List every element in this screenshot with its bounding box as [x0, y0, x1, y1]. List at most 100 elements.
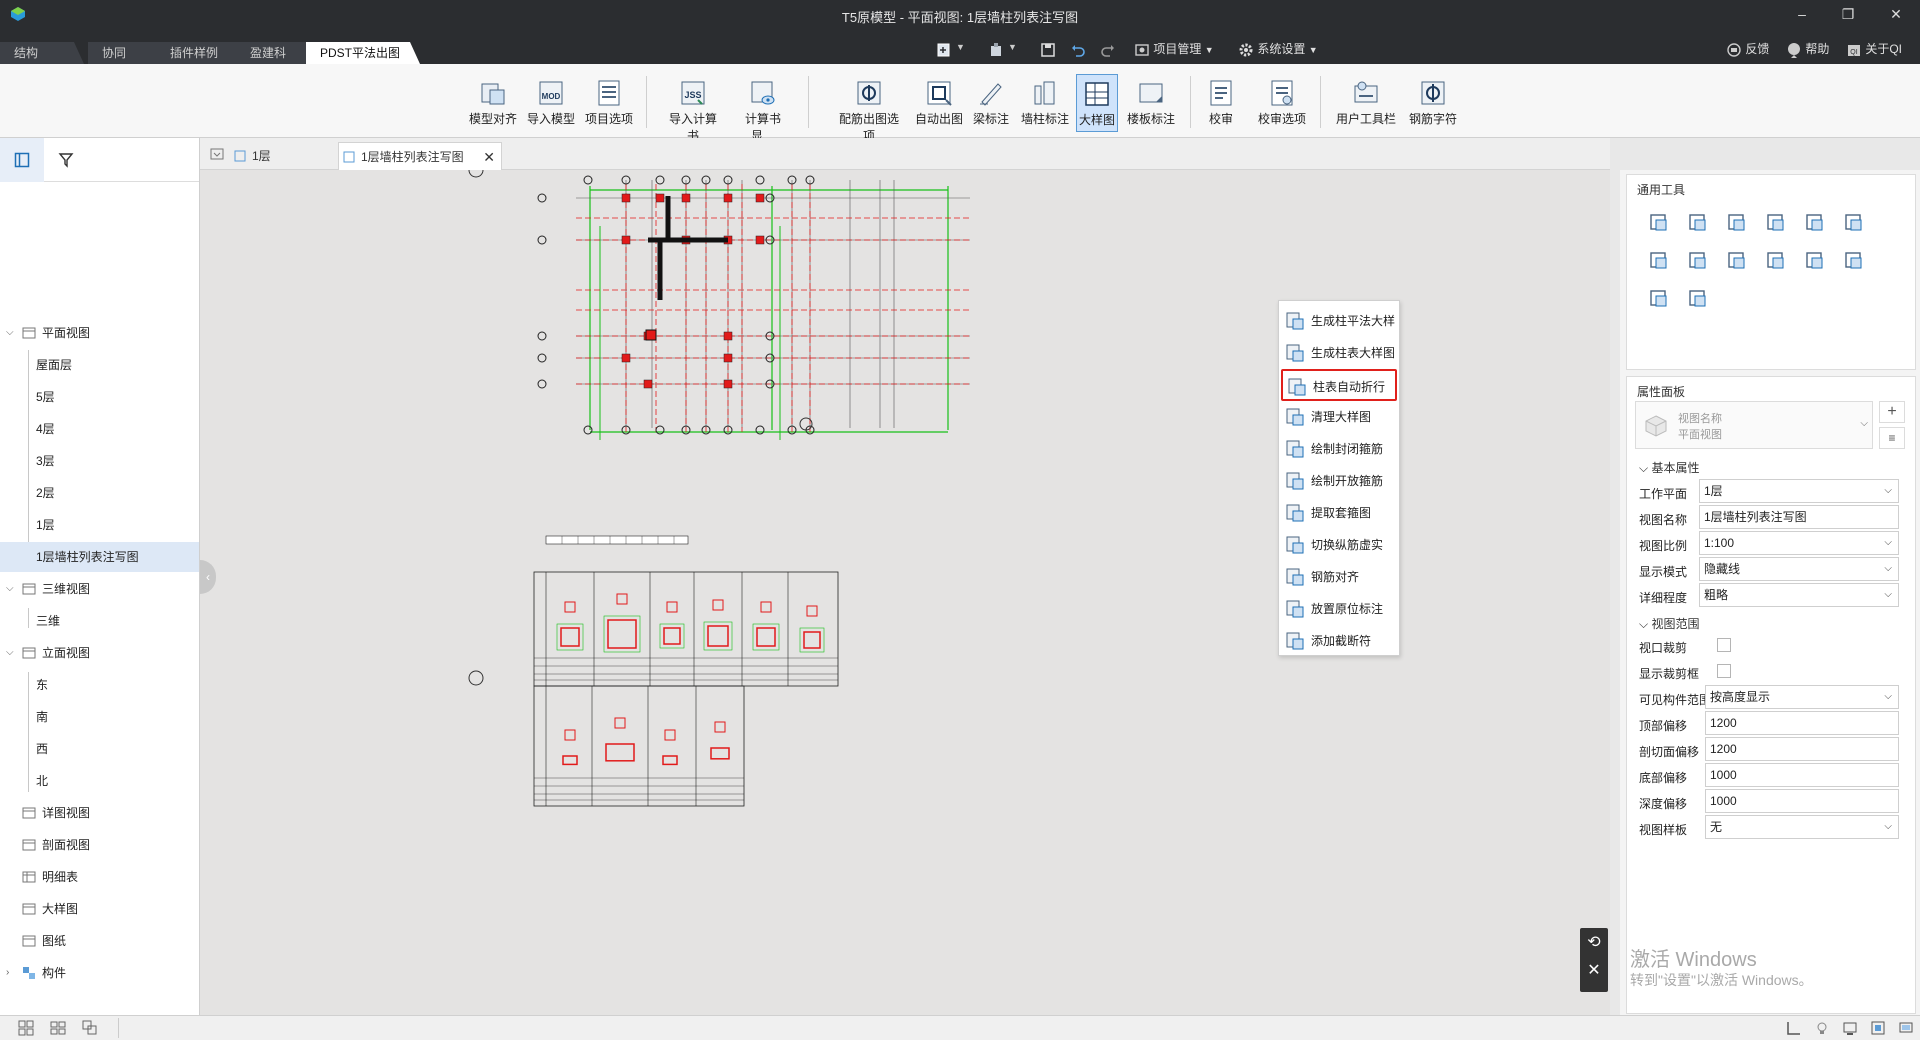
menu-item-add-break-symbol[interactable]: 添加截断符: [1281, 625, 1397, 657]
restore-button[interactable]: ❐: [1838, 4, 1858, 24]
tree-item-5f[interactable]: 5层: [0, 382, 199, 412]
project-management-menu[interactable]: 项目管理 ▼: [1134, 40, 1214, 58]
menu-item-gen-column-detail[interactable]: 生成柱平法大样: [1281, 305, 1397, 337]
doc-tab-1f-wall-column[interactable]: 1层墙柱列表注写图 ✕: [338, 142, 502, 170]
tree-item-1f[interactable]: 1层: [0, 510, 199, 540]
review-options-button[interactable]: 校审选项: [1250, 74, 1314, 132]
view-scale-field[interactable]: 1:100 ⌵: [1699, 531, 1899, 555]
view-type-selector[interactable]: 视图名称 平面视图 ⌵: [1635, 401, 1873, 449]
tree-item-roof[interactable]: 屋面层: [0, 350, 199, 380]
basic-props-section[interactable]: ⌵ 基本属性: [1639, 459, 1699, 476]
tree-node-3d-views[interactable]: ⌵ 三维视图: [0, 574, 199, 604]
menu-item-extract-stirrup-set[interactable]: 提取套箍图: [1281, 497, 1397, 529]
delete-icon[interactable]: [1647, 287, 1671, 311]
align-icon[interactable]: [1764, 211, 1788, 235]
project-options-button[interactable]: 项目选项: [580, 74, 638, 132]
visible-range-field[interactable]: 按高度显示 ⌵: [1705, 685, 1899, 709]
tree-node-section-views[interactable]: 剖面视图: [0, 830, 199, 860]
tree-item-west[interactable]: 西: [0, 734, 199, 764]
view-template-field[interactable]: 无 ⌵: [1705, 815, 1899, 839]
menu-item-toggle-longitudinal-rebar[interactable]: 切换纵筋虚实: [1281, 529, 1397, 561]
chevron-down-icon[interactable]: ⌵: [6, 638, 14, 668]
tab-list-icon[interactable]: [210, 148, 224, 160]
chevron-right-icon[interactable]: ›: [6, 958, 9, 988]
menu-item-place-inline-annotation[interactable]: 放置原位标注: [1281, 593, 1397, 625]
tree-item-4f[interactable]: 4层: [0, 414, 199, 444]
workplane-icon[interactable]: [1786, 1020, 1802, 1036]
rebar-character-button[interactable]: 钢筋字符: [1404, 74, 1462, 132]
top-offset-field[interactable]: 1200: [1705, 711, 1899, 735]
model-align-button[interactable]: 模型对齐: [464, 74, 522, 132]
add-button[interactable]: +: [1879, 401, 1905, 423]
panel-toggle-button[interactable]: [0, 138, 44, 182]
user-toolbar-button[interactable]: 用户工具栏: [1334, 74, 1398, 132]
tree-node-sheets[interactable]: 图纸: [0, 926, 199, 956]
tree-node-schedules[interactable]: 明细表: [0, 862, 199, 892]
minimize-button[interactable]: –: [1792, 4, 1812, 24]
measure-icon[interactable]: [1686, 287, 1710, 311]
depth-offset-field[interactable]: 1000: [1705, 789, 1899, 813]
menu-item-draw-closed-stirrup[interactable]: 绘制封闭箍筋: [1281, 433, 1397, 465]
show-crop-box-checkbox[interactable]: [1717, 664, 1731, 678]
chevron-down-icon[interactable]: ▼: [956, 42, 965, 52]
help-button[interactable]: 帮助: [1786, 40, 1829, 58]
tree-node-components[interactable]: › 构件: [0, 958, 199, 988]
menu-item-clear-detail[interactable]: 清理大样图: [1281, 401, 1397, 433]
close-nav-icon[interactable]: ✕: [1580, 960, 1608, 984]
group-icon[interactable]: [1803, 249, 1827, 273]
cascade-view-icon[interactable]: [82, 1020, 98, 1036]
tree-item-1f-wall-column[interactable]: 1层墙柱列表注写图: [0, 542, 199, 572]
feedback-button[interactable]: 反馈: [1726, 40, 1769, 58]
drawing-canvas[interactable]: ‹ 生成柱平法大样 生成柱表大样图 柱表自动折行 清理大样图 绘制封闭箍筋 绘制开放箍筋提…: [200, 170, 1610, 1015]
tab-plugin-samples[interactable]: 插件样例: [156, 42, 248, 64]
beam-annotation-button[interactable]: 梁标注: [962, 74, 1020, 132]
tile-view-icon[interactable]: [50, 1020, 66, 1036]
menu-item-draw-open-stirrup[interactable]: 绘制开放箍筋: [1281, 465, 1397, 497]
stack-icon[interactable]: [1686, 249, 1710, 273]
list-button[interactable]: ≡: [1879, 427, 1905, 449]
menu-item-rebar-align[interactable]: 钢筋对齐: [1281, 561, 1397, 593]
menu-item-gen-column-table-detail[interactable]: 生成柱表大样图: [1281, 337, 1397, 369]
bottom-offset-field[interactable]: 1000: [1705, 763, 1899, 787]
chevron-down-icon[interactable]: ▼: [1008, 42, 1017, 52]
scale-icon[interactable]: [1764, 249, 1788, 273]
array-icon[interactable]: [1647, 249, 1671, 273]
menu-item-column-table-auto-wrap[interactable]: 柱表自动折行: [1281, 369, 1397, 401]
auto-drawing-button[interactable]: 自动出图: [910, 74, 968, 132]
system-settings-menu[interactable]: 系统设置 ▼: [1238, 40, 1318, 58]
tree-node-detail-views[interactable]: 详图视图: [0, 798, 199, 828]
filter-button[interactable]: [44, 138, 88, 182]
display-mode-field[interactable]: 隐藏线 ⌵: [1699, 557, 1899, 581]
close-icon[interactable]: ✕: [483, 143, 495, 171]
tree-node-large-details[interactable]: 大样图: [0, 894, 199, 924]
tree-item-north[interactable]: 北: [0, 766, 199, 796]
render-icon[interactable]: [1870, 1020, 1886, 1036]
tree-node-elevation-views[interactable]: ⌵ 立面视图: [0, 638, 199, 668]
tab-pdst[interactable]: PDST平法出图: [306, 42, 420, 64]
chevron-down-icon[interactable]: ⌵: [1860, 418, 1868, 429]
chevron-down-icon[interactable]: ⌵: [6, 318, 14, 348]
view-name-field[interactable]: 1层墙柱列表注写图: [1699, 505, 1899, 529]
tree-node-plan-views[interactable]: ⌵ 平面视图: [0, 318, 199, 348]
close-button[interactable]: ✕: [1886, 4, 1906, 24]
redo-icon[interactable]: [1100, 42, 1116, 58]
cut-plane-offset-field[interactable]: 1200: [1705, 737, 1899, 761]
detail-level-field[interactable]: 粗略 ⌵: [1699, 583, 1899, 607]
tree-item-east[interactable]: 东: [0, 670, 199, 700]
large-detail-button[interactable]: 大样图: [1076, 74, 1118, 132]
screen-icon[interactable]: [1898, 1020, 1914, 1036]
building-icon[interactable]: [988, 42, 1004, 58]
tree-item-3d[interactable]: 三维: [0, 606, 199, 636]
split-icon[interactable]: [1842, 211, 1866, 235]
doc-tab-1f[interactable]: 1层: [230, 142, 330, 170]
work-plane-field[interactable]: 1层 ⌵: [1699, 479, 1899, 503]
grid-view-icon[interactable]: [18, 1020, 34, 1036]
tab-collab[interactable]: 协同: [88, 42, 166, 64]
display-icon[interactable]: [1842, 1020, 1858, 1036]
trim-icon[interactable]: [1725, 249, 1749, 273]
slab-annotation-button[interactable]: 楼板标注: [1120, 74, 1182, 132]
undo-icon[interactable]: [1070, 42, 1086, 58]
about-button[interactable]: QI 关于QI: [1846, 40, 1902, 58]
viewport-crop-checkbox[interactable]: [1717, 638, 1731, 652]
import-model-button[interactable]: MOD 导入模型: [522, 74, 580, 132]
